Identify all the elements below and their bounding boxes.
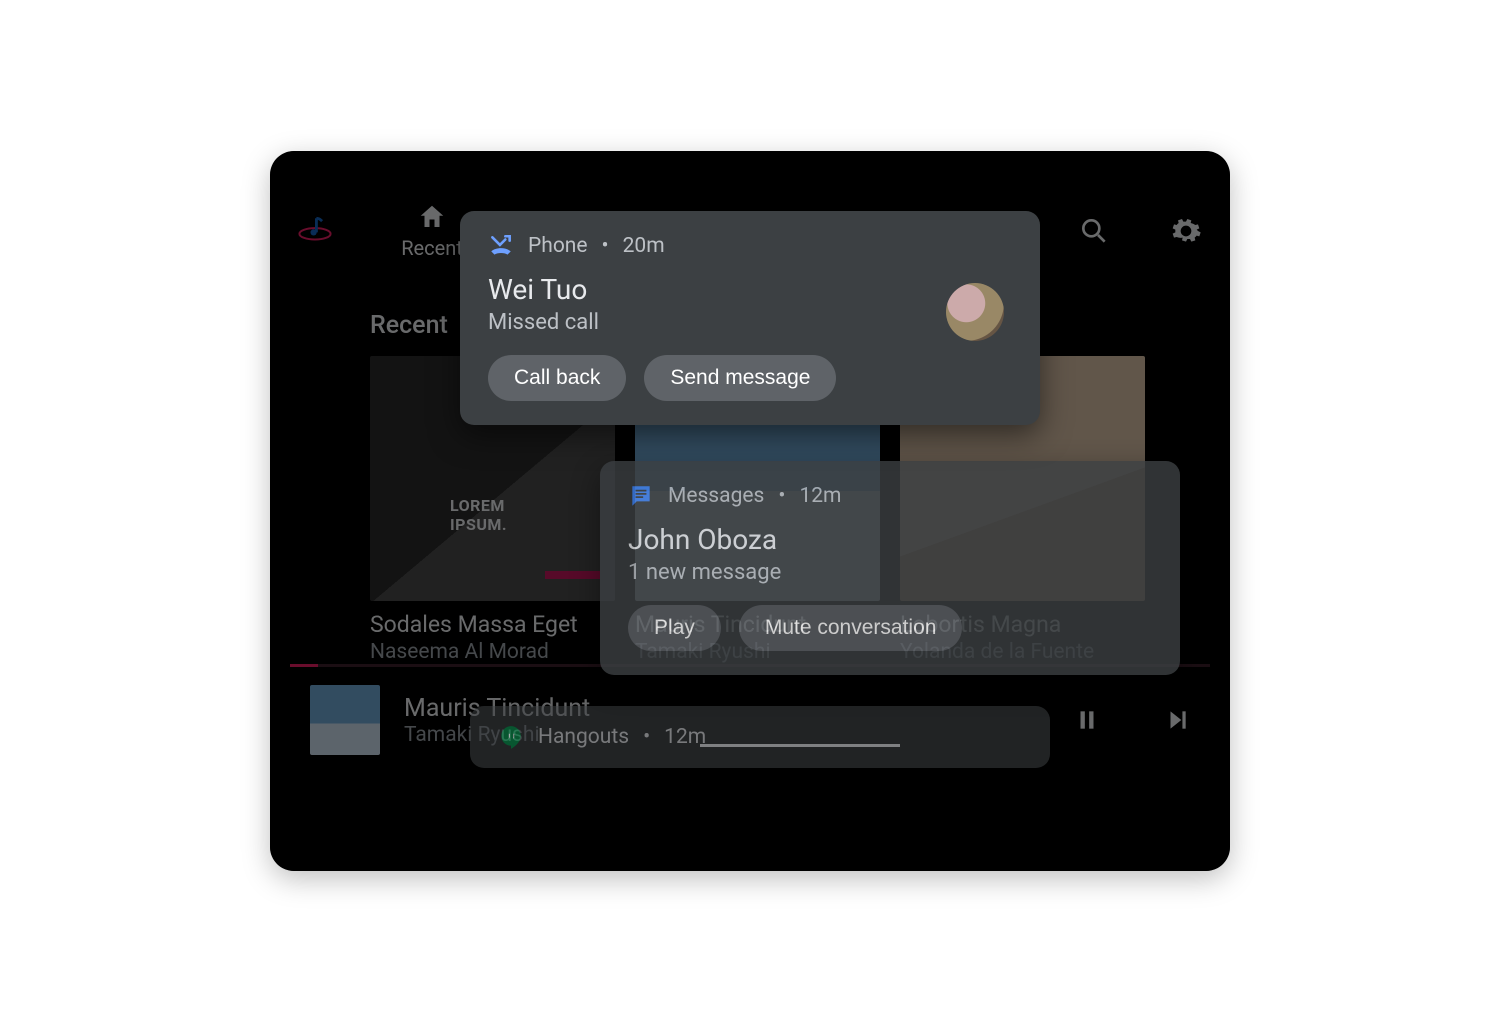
notification-app-name: Messages: [668, 484, 764, 508]
notification-title: Wei Tuo: [488, 273, 1012, 306]
contact-avatar: [946, 283, 1004, 341]
play-button[interactable]: Play: [628, 605, 721, 651]
messages-icon: [628, 483, 654, 509]
hangouts-icon: [498, 724, 524, 750]
swipe-indicator: [700, 744, 900, 747]
notification-phone[interactable]: Phone • 20m Wei Tuo Missed call Call bac…: [460, 211, 1040, 425]
notification-subtitle: 1 new message: [628, 560, 1152, 585]
mute-conversation-button[interactable]: Mute conversation: [739, 605, 963, 651]
missed-call-icon: [488, 233, 514, 259]
notification-time: 12m: [799, 484, 841, 508]
notification-app-name: Phone: [528, 234, 588, 258]
notification-time: 20m: [623, 234, 665, 258]
device-frame: Recent Recent Sodales Massa E: [270, 151, 1230, 871]
notification-messages[interactable]: Messages • 12m John Oboza 1 new message …: [600, 461, 1180, 675]
notification-title: John Oboza: [628, 523, 1152, 556]
send-message-button[interactable]: Send message: [644, 355, 836, 401]
notification-subtitle: Missed call: [488, 310, 1012, 335]
call-back-button[interactable]: Call back: [488, 355, 626, 401]
notification-app-name: Hangouts: [538, 725, 629, 749]
notification-hangouts[interactable]: Hangouts • 12m: [470, 706, 1050, 768]
